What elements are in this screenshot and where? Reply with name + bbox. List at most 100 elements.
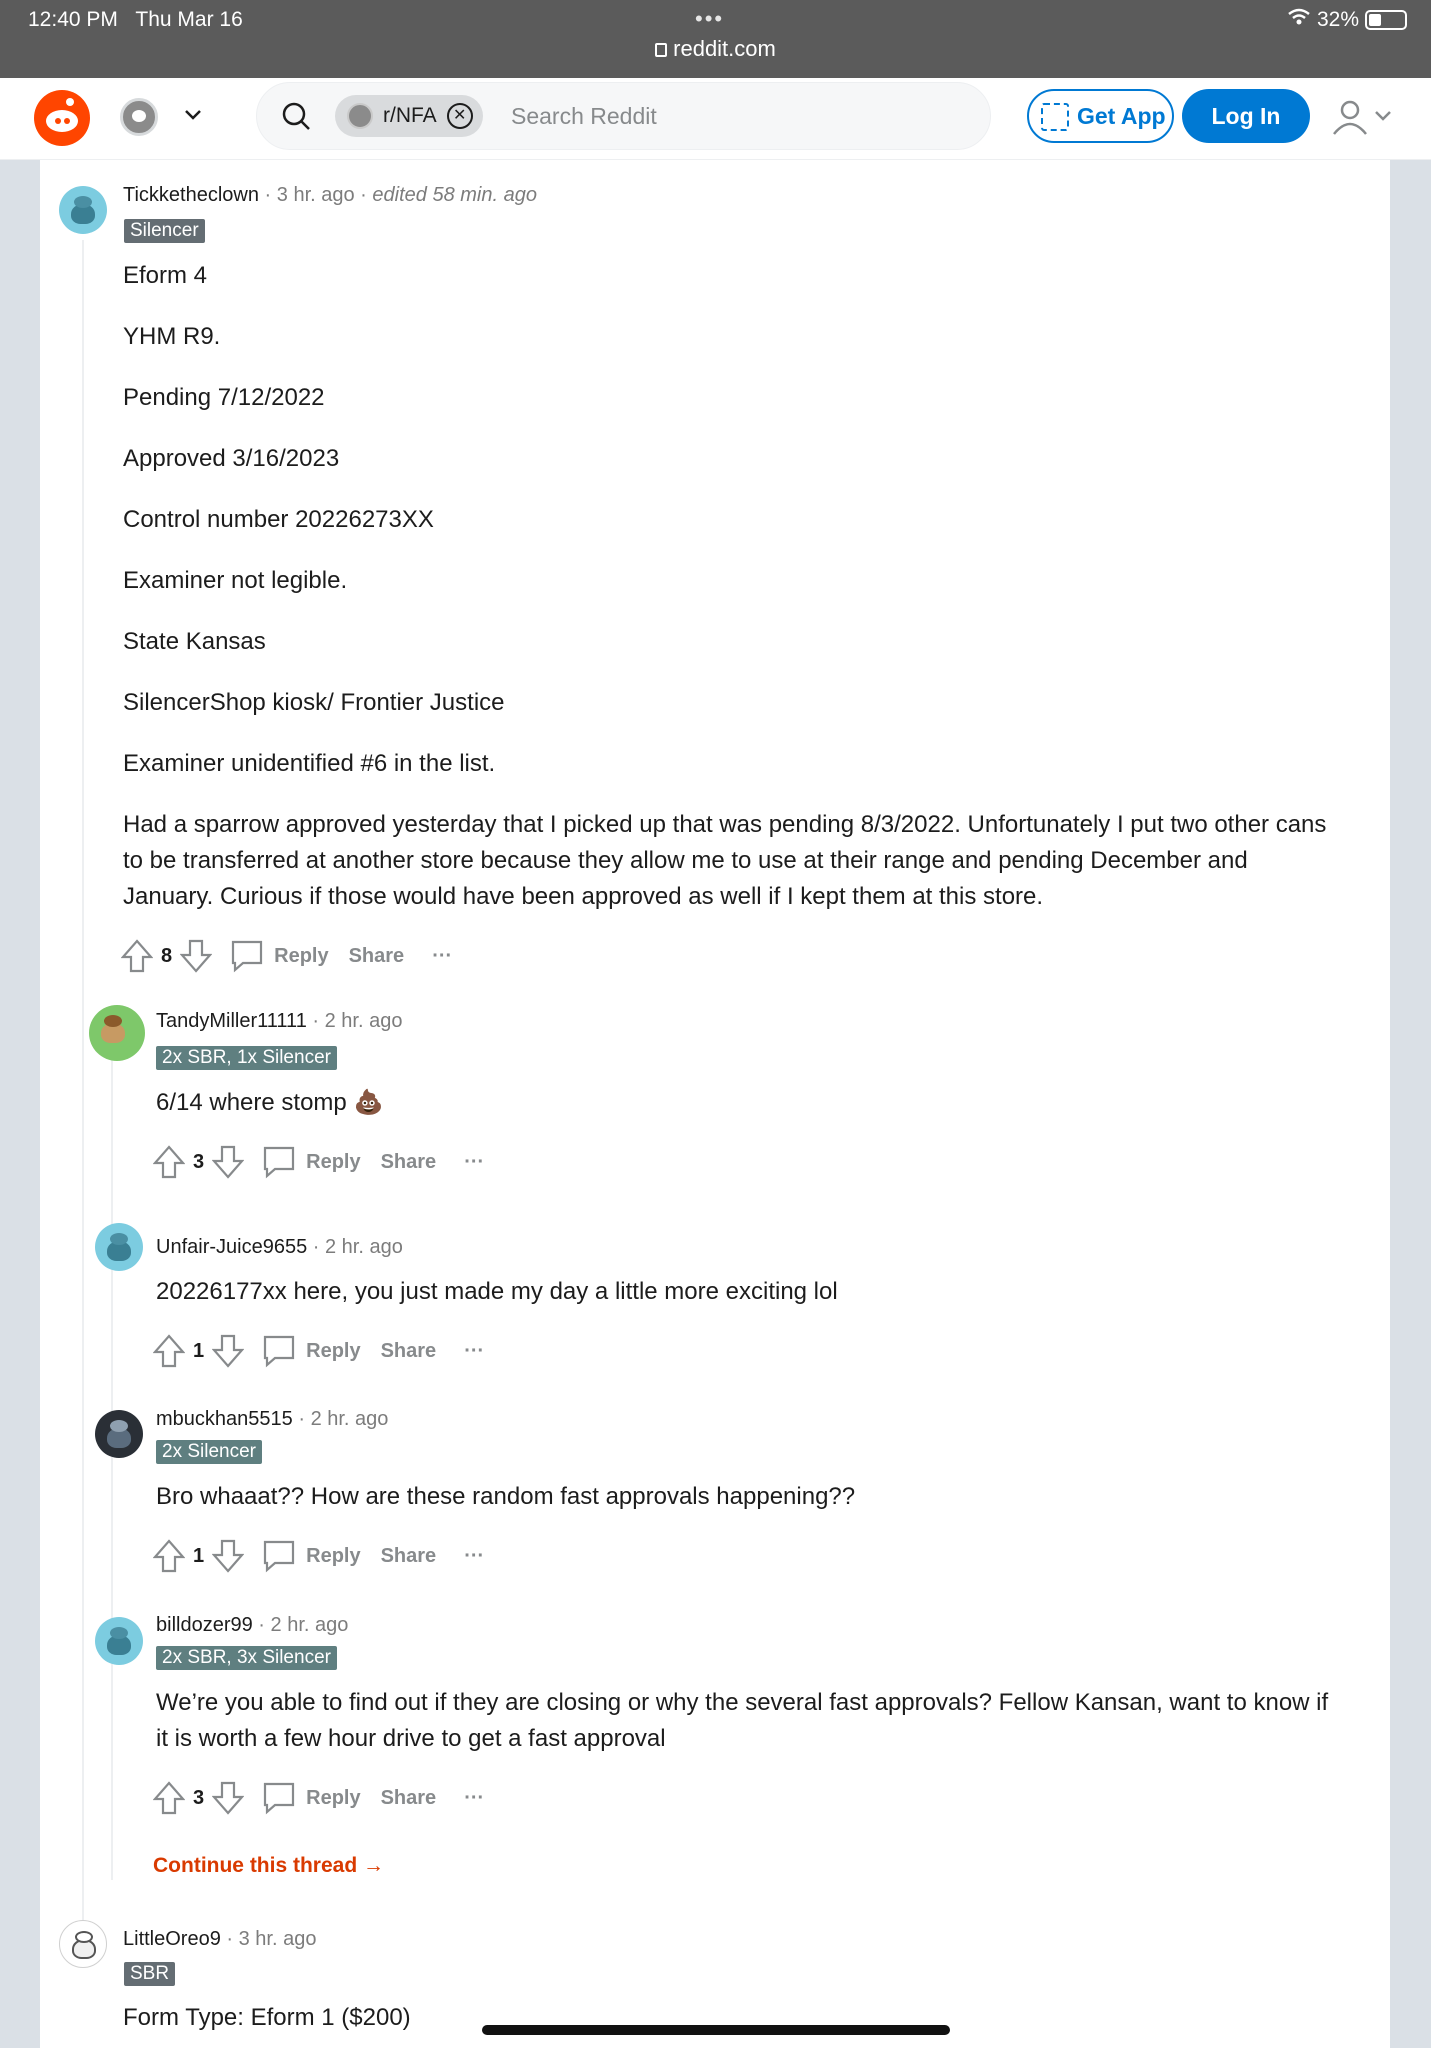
reply-icon[interactable] <box>262 1539 296 1573</box>
comment-body: Form Type: Eform 1 ($200) <box>123 2004 411 2031</box>
edited-label: edited 58 min. ago <box>372 184 537 206</box>
more-options-icon[interactable]: ··· <box>464 1545 484 1568</box>
downvote-icon[interactable] <box>212 1334 245 1368</box>
timestamp[interactable]: 3 hr. ago <box>277 184 355 206</box>
timestamp[interactable]: 3 hr. ago <box>239 1928 317 1950</box>
more-options-icon[interactable]: ··· <box>464 1787 484 1810</box>
paragraph: Examiner not legible. <box>123 567 348 594</box>
status-indicators: 32% <box>1287 8 1407 32</box>
lock-icon <box>655 43 668 57</box>
reply-icon[interactable] <box>230 939 264 973</box>
reddit-header: r/NFA ✕ Search Reddit Get App Log In <box>0 78 1431 160</box>
user-menu-icon[interactable] <box>1330 100 1396 136</box>
comment-meta: TandyMiller11111 · 2 hr. ago <box>156 1010 403 1032</box>
reply-button[interactable]: Reply <box>306 1340 360 1363</box>
home-indicator[interactable] <box>482 2025 950 2035</box>
paragraph: Approved 3/16/2023 <box>123 445 340 472</box>
vote-score: 1 <box>193 1544 205 1567</box>
chevron-down-icon[interactable] <box>183 104 203 124</box>
share-button[interactable]: Share <box>381 1151 437 1174</box>
more-options-icon[interactable]: ··· <box>464 1151 484 1174</box>
share-button[interactable]: Share <box>349 945 405 968</box>
more-options-icon[interactable]: ··· <box>464 1340 484 1363</box>
downvote-icon[interactable] <box>180 939 213 973</box>
upvote-icon[interactable] <box>153 1145 185 1179</box>
reddit-logo-icon[interactable] <box>34 90 90 146</box>
paragraph: Eform 4 <box>123 262 208 289</box>
avatar[interactable] <box>89 1005 145 1061</box>
reply-icon[interactable] <box>262 1334 296 1368</box>
status-bar: 12:40 PM Thu Mar 16 ••• reddit.com 32% <box>0 0 1431 78</box>
user-flair: SBR <box>124 1962 176 1986</box>
share-button[interactable]: Share <box>381 1340 437 1363</box>
comment-meta: billdozer99 · 2 hr. ago <box>156 1614 349 1636</box>
downvote-icon[interactable] <box>212 1539 245 1573</box>
wifi-icon <box>1287 8 1311 32</box>
paragraph: State Kansas <box>123 628 266 655</box>
reply-button[interactable]: Reply <box>306 1545 360 1568</box>
reply-icon[interactable] <box>262 1781 296 1815</box>
reply-button[interactable]: Reply <box>306 1787 360 1810</box>
user-flair: 2x SBR, 1x Silencer <box>156 1046 337 1070</box>
downvote-icon[interactable] <box>212 1145 245 1179</box>
community-filter-chip[interactable]: r/NFA ✕ <box>335 95 483 137</box>
address-bar[interactable]: reddit.com <box>0 36 1431 62</box>
upvote-icon[interactable] <box>153 1781 185 1815</box>
avatar[interactable] <box>95 1223 143 1271</box>
more-options-icon[interactable]: ··· <box>432 945 452 968</box>
comment-body: We’re you able to find out if they are c… <box>156 1689 1329 1752</box>
login-button[interactable]: Log In <box>1182 89 1310 143</box>
downvote-icon[interactable] <box>212 1781 245 1815</box>
reply-icon[interactable] <box>262 1145 296 1179</box>
timestamp[interactable]: 2 hr. ago <box>325 1010 403 1032</box>
continue-thread-link[interactable]: Continue this thread → <box>153 1854 384 1878</box>
battery-icon <box>1365 10 1407 30</box>
multitasking-dots-icon[interactable]: ••• <box>695 6 724 32</box>
upvote-icon[interactable] <box>121 939 153 973</box>
thread-line[interactable] <box>111 1060 113 1880</box>
username[interactable]: TandyMiller11111 <box>156 1010 307 1032</box>
username[interactable]: Unfair-Juice9655 <box>156 1236 307 1258</box>
search-input[interactable]: Search Reddit <box>511 103 657 130</box>
vote-score: 3 <box>193 1150 205 1173</box>
timestamp[interactable]: 2 hr. ago <box>311 1408 389 1430</box>
upvote-icon[interactable] <box>153 1539 185 1573</box>
comment-actions: 3 Reply Share ··· <box>153 1780 484 1816</box>
community-avatar-icon[interactable] <box>120 98 158 136</box>
reply-button[interactable]: Reply <box>274 945 328 968</box>
username[interactable]: mbuckhan5515 <box>156 1408 293 1430</box>
avatar[interactable] <box>95 1410 143 1458</box>
username[interactable]: billdozer99 <box>156 1614 253 1636</box>
upvote-icon[interactable] <box>153 1334 185 1368</box>
get-app-button[interactable]: Get App <box>1027 89 1174 143</box>
comment-actions: 3 Reply Share ··· <box>153 1144 484 1180</box>
comment-body: 20226177xx here, you just made my day a … <box>156 1278 838 1305</box>
user-flair: 2x SBR, 3x Silencer <box>156 1646 337 1670</box>
share-button[interactable]: Share <box>381 1545 437 1568</box>
thread-line[interactable] <box>82 240 84 1960</box>
clear-filter-icon[interactable]: ✕ <box>446 103 473 129</box>
vote-score: 3 <box>193 1786 205 1809</box>
reply-button[interactable]: Reply <box>306 1151 360 1174</box>
comment-meta: LittleOreo9 · 3 hr. ago <box>123 1928 317 1950</box>
username[interactable]: LittleOreo9 <box>123 1928 221 1950</box>
comment-body: 6/14 where stomp 💩 <box>156 1089 384 1116</box>
search-bar[interactable]: r/NFA ✕ Search Reddit <box>256 82 991 150</box>
vote-score: 1 <box>193 1339 205 1362</box>
paragraph: Control number 20226273XX <box>123 506 434 533</box>
comment-meta: Tickketheclown · 3 hr. ago · edited 58 m… <box>123 184 537 206</box>
username[interactable]: Tickketheclown <box>123 184 259 206</box>
paragraph: SilencerShop kiosk/ Frontier Justice <box>123 689 505 716</box>
share-button[interactable]: Share <box>381 1787 437 1810</box>
paragraph: Pending 7/12/2022 <box>123 384 325 411</box>
avatar[interactable] <box>59 186 107 234</box>
paragraph: YHM R9. <box>123 323 221 350</box>
comment-body: Eform 4 YHM R9. Pending 7/12/2022 Approv… <box>123 258 1343 915</box>
community-chip-label: r/NFA <box>383 104 437 127</box>
avatar[interactable] <box>59 1920 107 1968</box>
avatar[interactable] <box>95 1617 143 1665</box>
timestamp[interactable]: 2 hr. ago <box>325 1236 403 1258</box>
comment-actions: 8 Reply Share ··· <box>121 938 452 974</box>
timestamp[interactable]: 2 hr. ago <box>271 1614 349 1636</box>
user-flair: 2x Silencer <box>156 1440 262 1464</box>
